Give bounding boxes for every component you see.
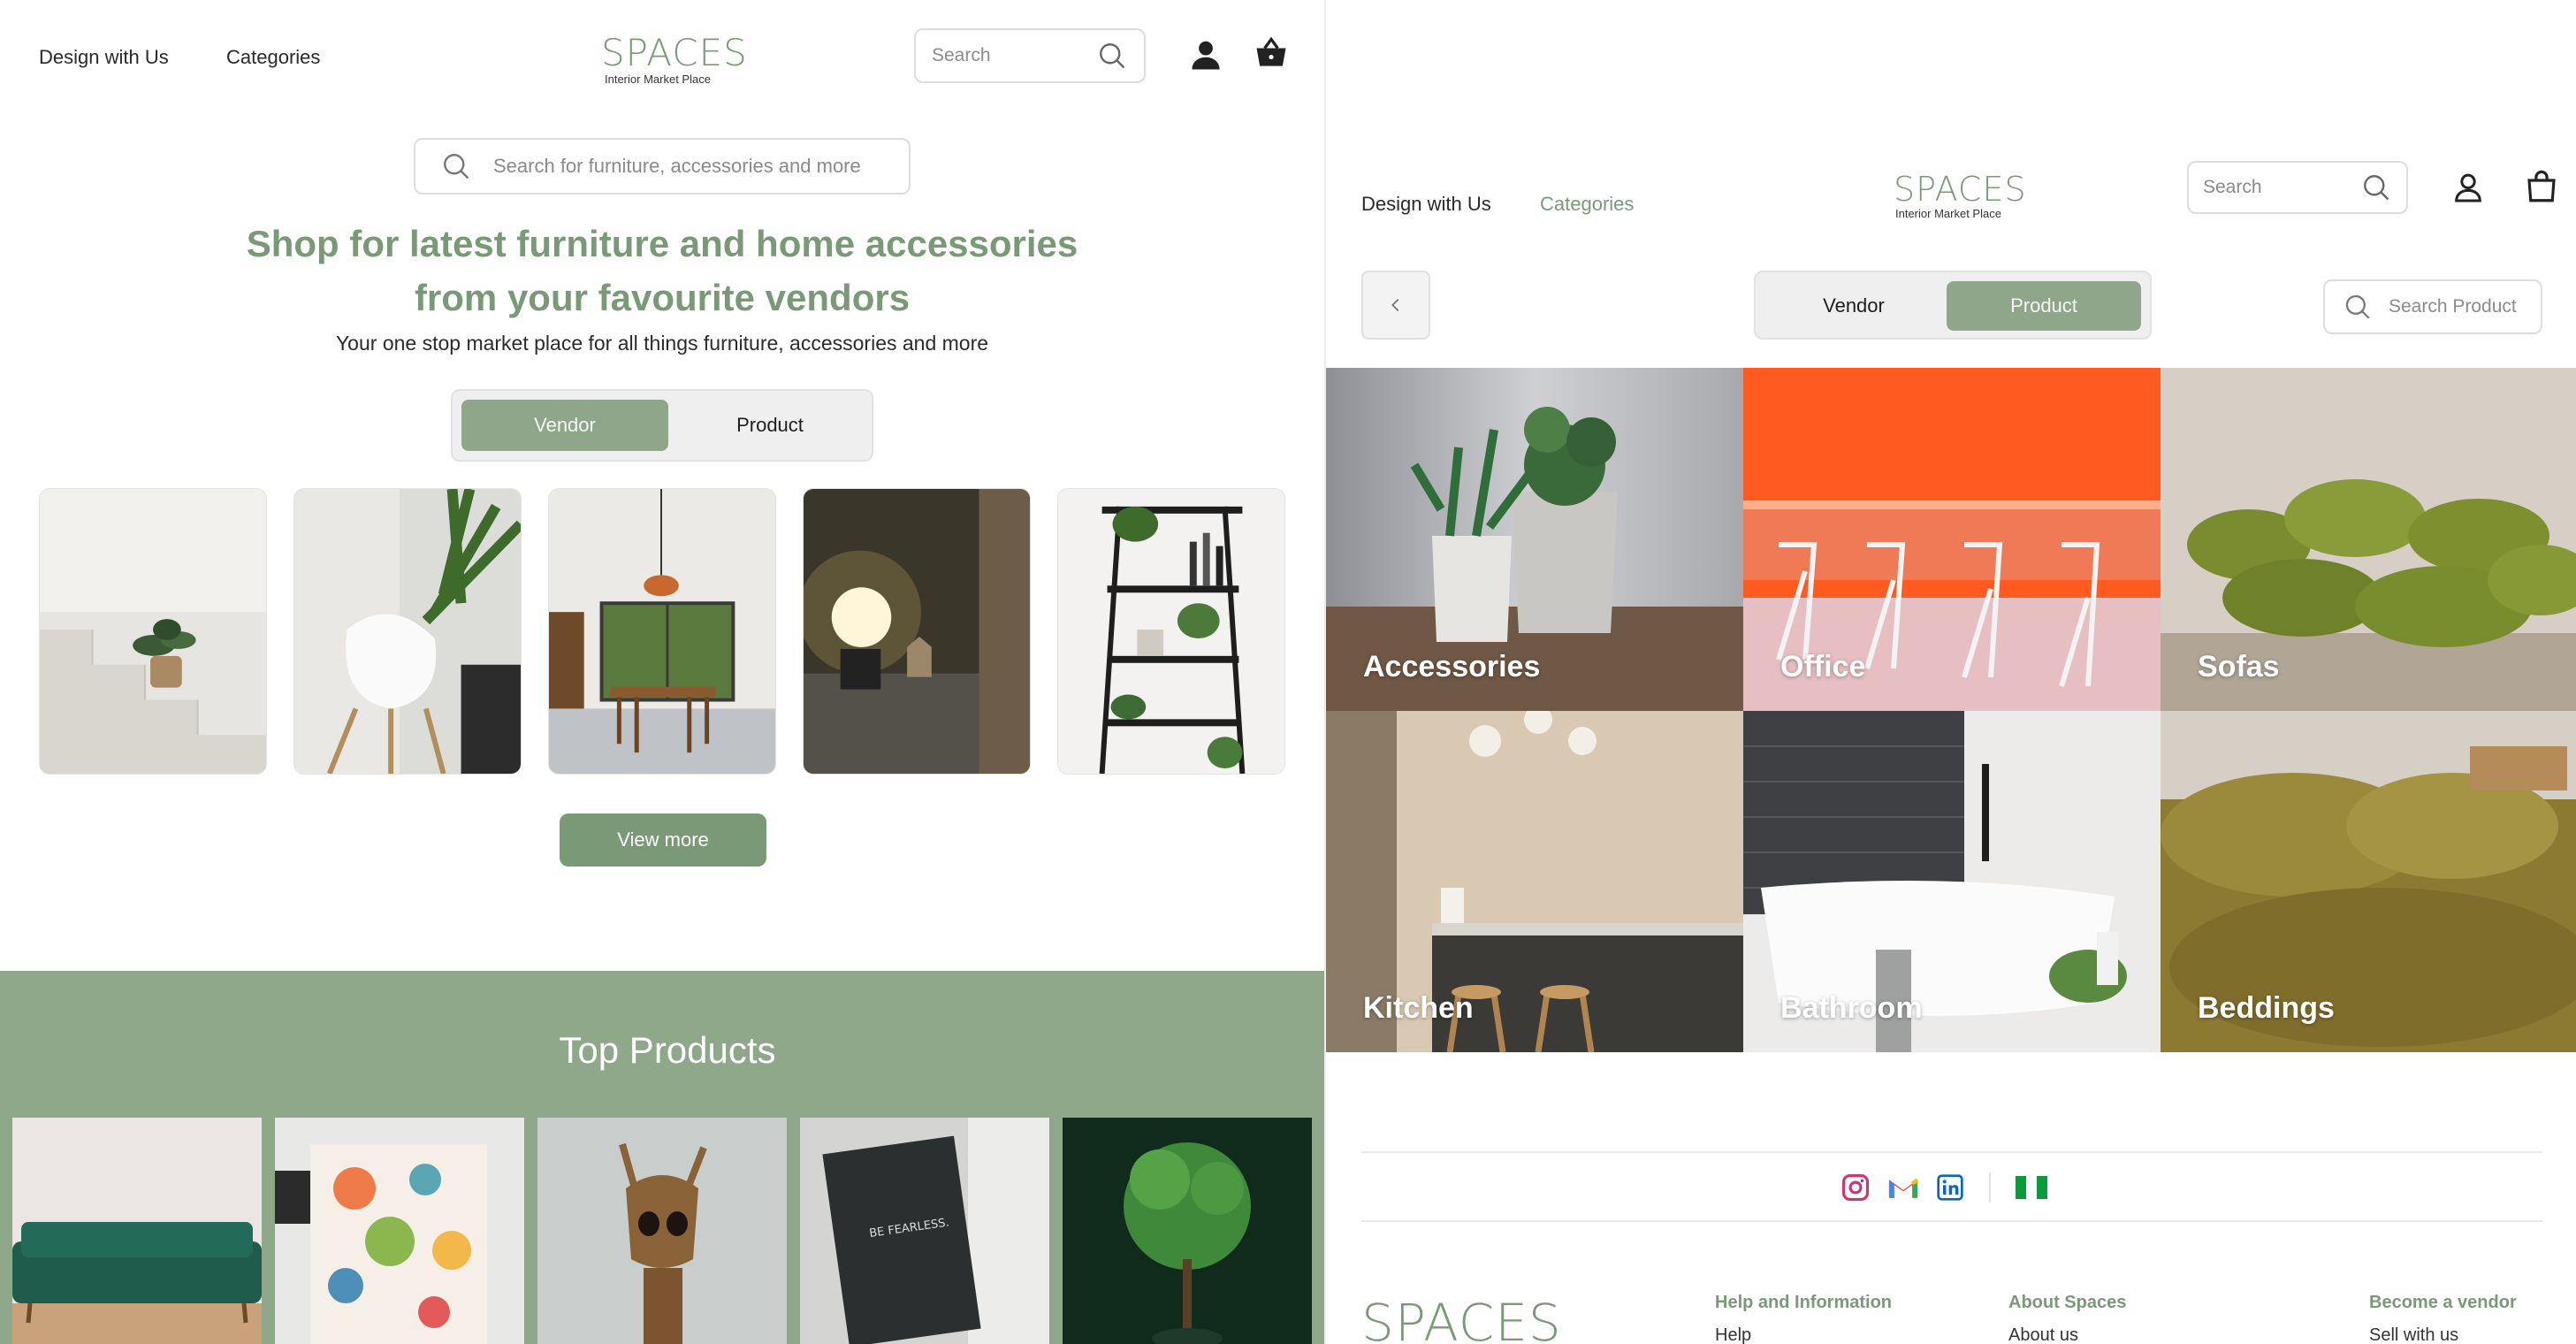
category-label: Sofas: [2198, 650, 2280, 683]
nigeria-flag-icon[interactable]: [2016, 1176, 2047, 1199]
category-tile-kitchen[interactable]: Kitchen: [1326, 711, 1743, 1052]
category-label: Kitchen: [1363, 991, 1474, 1025]
view-more-button[interactable]: View more: [560, 813, 766, 867]
gmail-icon[interactable]: [1886, 1172, 1920, 1203]
logo-wordmark: SPACES: [1894, 170, 2027, 209]
search-icon: [2345, 294, 2370, 319]
footer-column: Become a vendor Sell with us: [2369, 1293, 2517, 1344]
shopping-basket-icon[interactable]: [1252, 34, 1291, 73]
product-image: BE FEARLESS.: [800, 1118, 1049, 1344]
hero-search-input[interactable]: Search for furniture, accessories and mo…: [414, 138, 911, 195]
linkedin-icon[interactable]: [1936, 1173, 1964, 1202]
divider: [1361, 1151, 2542, 1153]
header-search-placeholder: Search: [2203, 177, 2262, 197]
product-card[interactable]: [12, 1118, 262, 1344]
product-card[interactable]: BE FEARLESS.: [800, 1118, 1049, 1344]
search-icon: [444, 154, 469, 179]
nav-design-with-us[interactable]: Design with Us: [39, 46, 169, 69]
header-search-placeholder: Search: [932, 45, 991, 65]
category-tile-office[interactable]: Office: [1743, 368, 2161, 711]
header-search-input[interactable]: Search: [2187, 161, 2408, 214]
footer-heading: About Spaces: [2008, 1293, 2127, 1312]
category-tile-sofas[interactable]: Sofas: [2161, 368, 2576, 711]
category-tile-beddings[interactable]: Beddings: [2161, 711, 2576, 1052]
top-products-title: Top Products: [559, 1029, 776, 1071]
header-search-input[interactable]: Search: [914, 28, 1146, 83]
top-products-section: Top Products BE FEARLESS.: [0, 971, 1324, 1344]
toggle-product[interactable]: Product: [675, 400, 865, 451]
product-card[interactable]: [1063, 1118, 1312, 1344]
toggle-vendor[interactable]: Vendor: [461, 400, 668, 451]
category-label: Office: [1780, 650, 1866, 683]
social-links: [1841, 1172, 2047, 1203]
footer-heading: Help and Information: [1715, 1293, 1892, 1312]
user-icon[interactable]: [2450, 170, 2486, 205]
logo[interactable]: SPACES Interior Market Place: [601, 31, 748, 87]
product-image: [537, 1118, 787, 1344]
product-card[interactable]: [537, 1118, 787, 1344]
shopping-bag-icon[interactable]: [2523, 168, 2560, 205]
product-image: [1063, 1118, 1312, 1344]
vendor-image: [294, 489, 521, 774]
chevron-left-icon: [1391, 298, 1399, 312]
nav-categories[interactable]: Categories: [1540, 193, 1634, 216]
hero-title-line2: from your favourite vendors: [414, 277, 911, 318]
product-image: [12, 1118, 262, 1344]
footer-heading: Become a vendor: [2369, 1293, 2517, 1312]
category-label: Bathroom: [1780, 991, 1923, 1025]
divider: [1989, 1172, 1991, 1203]
hero-section: Shop for latest furniture and home acces…: [0, 217, 1324, 355]
product-card[interactable]: [275, 1118, 524, 1344]
category-label: Beddings: [2198, 991, 2335, 1025]
vendor-card[interactable]: [293, 488, 522, 775]
product-image: [275, 1118, 524, 1344]
nav-categories[interactable]: Categories: [226, 46, 320, 69]
vendor-product-toggle: Vendor Product: [1754, 271, 2152, 340]
footer-link[interactable]: Help: [1715, 1325, 1892, 1344]
hero-search-placeholder: Search for furniture, accessories and mo…: [493, 155, 861, 177]
product-search-placeholder: Search Product: [2389, 296, 2517, 317]
footer-column: About Spaces About us: [2008, 1293, 2126, 1344]
toggle-product[interactable]: Product: [1947, 281, 2141, 331]
toggle-vendor[interactable]: Vendor: [1764, 281, 1943, 331]
logo-tagline: Interior Market Place: [605, 73, 711, 86]
footer-link[interactable]: About us: [2008, 1325, 2126, 1344]
logo-tagline: Interior Market Place: [1895, 207, 2001, 220]
category-tile-bathroom[interactable]: Bathroom: [1743, 711, 2161, 1052]
vendor-card[interactable]: [39, 488, 267, 775]
nav-design-with-us[interactable]: Design with Us: [1361, 193, 1491, 216]
vendor-card[interactable]: [803, 488, 1031, 775]
search-icon[interactable]: [2360, 172, 2392, 203]
search-icon[interactable]: [1096, 40, 1128, 72]
hero-title-line1: Shop for latest furniture and home acces…: [246, 223, 1078, 264]
category-tile-accessories[interactable]: Accessories: [1326, 368, 1743, 711]
footer-column: Help and Information Help: [1715, 1293, 1892, 1344]
vendor-image: [40, 489, 266, 774]
vendor-image: [804, 489, 1030, 774]
categories-page-panel: Design with Us Categories SPACES Interio…: [1324, 0, 2576, 1344]
footer-link[interactable]: Sell with us: [2369, 1325, 2517, 1344]
vendor-image: [1058, 489, 1284, 774]
hero-subtitle: Your one stop market place for all thing…: [335, 332, 989, 355]
landing-page-panel: Design with Us Categories SPACES Interio…: [0, 0, 1324, 1344]
vendor-image: [549, 489, 775, 774]
logo[interactable]: SPACES Interior Market Place: [1894, 172, 2026, 220]
product-search-input[interactable]: Search Product: [2323, 279, 2542, 334]
logo-wordmark: SPACES: [601, 31, 748, 74]
vendor-card[interactable]: [1057, 488, 1285, 775]
instagram-icon[interactable]: [1841, 1172, 1871, 1203]
back-button[interactable]: [1361, 271, 1430, 340]
user-icon[interactable]: [1186, 35, 1225, 74]
divider: [1361, 1220, 2542, 1222]
vendor-product-toggle: Vendor Product: [451, 389, 873, 462]
footer-logo[interactable]: SPACES: [1361, 1296, 1562, 1344]
category-label: Accessories: [1363, 650, 1541, 683]
vendor-card[interactable]: [548, 488, 776, 775]
